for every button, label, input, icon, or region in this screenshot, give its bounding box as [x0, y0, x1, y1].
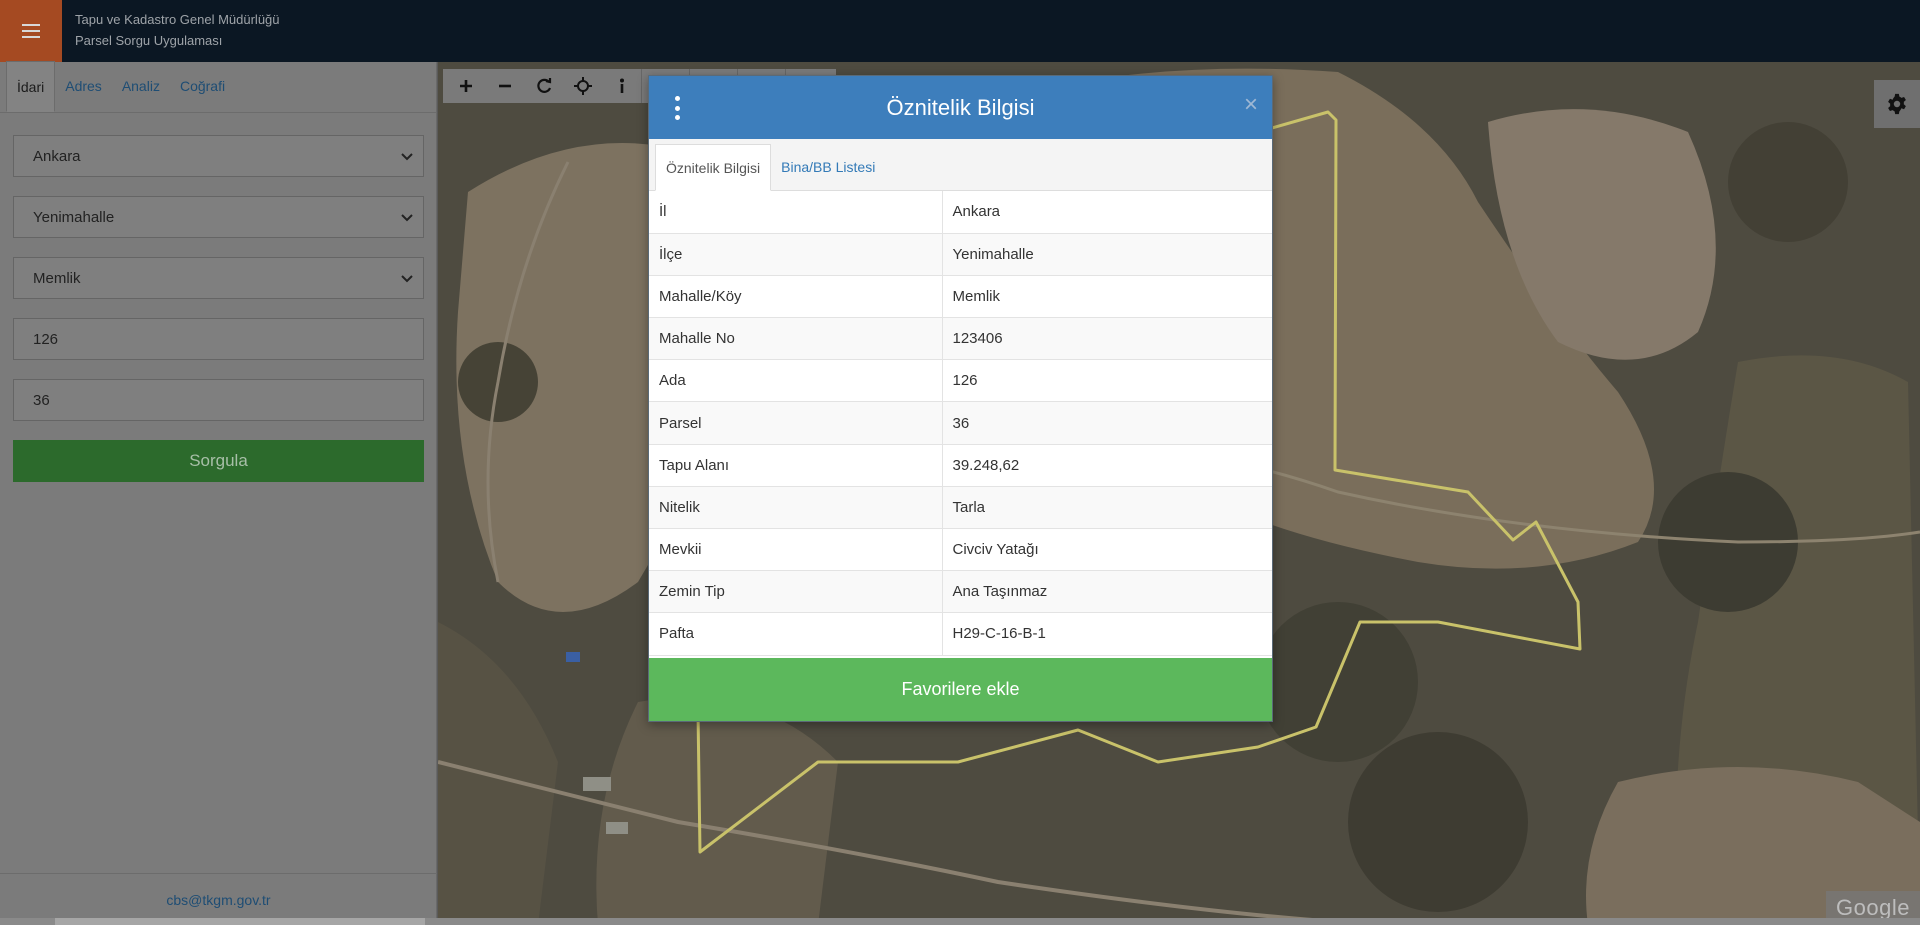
district-select[interactable]: Yenimahalle	[13, 196, 424, 238]
attribute-value: Yenimahalle	[942, 233, 1272, 276]
chevron-down-icon	[401, 214, 413, 222]
tab-idari[interactable]: İdari	[6, 61, 56, 112]
close-icon[interactable]: ×	[1244, 90, 1258, 120]
dialog-tabs: Öznitelik Bilgisi Bina/BB Listesi	[649, 139, 1272, 191]
settings-button[interactable]	[1874, 80, 1920, 128]
attribute-key: İl	[649, 191, 943, 234]
hamburger-menu-button[interactable]	[0, 0, 62, 62]
attribute-key: Mahalle/Köy	[649, 275, 943, 319]
attribute-value: 36	[942, 401, 1272, 445]
table-row: İlçe Yenimahalle	[649, 233, 1272, 276]
attribute-key: Mevkii	[649, 528, 943, 572]
attribute-info-dialog: Öznitelik Bilgisi × Öznitelik Bilgisi Bi…	[648, 75, 1273, 722]
neighborhood-select[interactable]: Memlik	[13, 257, 424, 299]
attribute-key: Zemin Tip	[649, 570, 943, 614]
info-icon	[619, 78, 624, 93]
kebab-menu-icon[interactable]	[675, 96, 681, 120]
attribute-key: Ada	[649, 359, 943, 403]
table-row: Tapu Alanı 39.248,62	[649, 444, 1272, 487]
tab-cografi[interactable]: Coğrafi	[170, 61, 235, 112]
attribute-key: Parsel	[649, 401, 943, 445]
query-form: Ankara Yenimahalle Memlik 126 36 Sorgula	[0, 113, 436, 482]
tab-adres[interactable]: Adres	[55, 61, 112, 112]
block-input-value: 126	[33, 330, 59, 348]
bottom-scrollbar[interactable]	[0, 918, 1920, 925]
table-row: Mahalle No 123406	[649, 317, 1272, 361]
query-button[interactable]: Sorgula	[13, 440, 424, 482]
table-row: Pafta H29-C-16-B-1	[649, 612, 1272, 656]
attribute-value: Ana Taşınmaz	[942, 570, 1272, 614]
attribute-key: Tapu Alanı	[649, 444, 943, 487]
attribute-value: Ankara	[942, 191, 1272, 234]
crosshair-icon	[573, 77, 592, 95]
gear-icon	[1888, 93, 1906, 115]
neighborhood-select-value: Memlik	[33, 269, 81, 287]
table-row: Ada 126	[649, 359, 1272, 403]
attribute-value: Civciv Yatağı	[942, 528, 1272, 572]
table-row: İl Ankara	[649, 191, 1272, 234]
app-title-line2: Parsel Sorgu Uygulaması	[75, 33, 223, 48]
tab-building-list[interactable]: Bina/BB Listesi	[771, 144, 885, 190]
attribute-value: Tarla	[942, 486, 1272, 530]
parcel-input-value: 36	[33, 391, 50, 409]
attribute-key: Nitelik	[649, 486, 943, 530]
attribute-value: 126	[942, 359, 1272, 403]
refresh-icon	[536, 78, 551, 93]
locate-button[interactable]	[563, 69, 602, 103]
hamburger-icon	[22, 24, 40, 38]
tab-analiz[interactable]: Analiz	[112, 61, 170, 112]
attribute-key: Mahalle No	[649, 317, 943, 361]
add-to-favorites-button[interactable]: Favorilere ekle	[649, 658, 1272, 721]
refresh-button[interactable]	[524, 69, 563, 103]
attribute-value: 123406	[942, 317, 1272, 361]
top-bar: Tapu ve Kadastro Genel Müdürlüğü Parsel …	[0, 0, 1920, 62]
attribute-value: Memlik	[942, 275, 1272, 319]
scrollbar-thumb[interactable]	[55, 918, 425, 925]
sidebar-tabs: İdari Adres Analiz Coğrafi	[0, 61, 436, 113]
table-row: Parsel 36	[649, 401, 1272, 445]
tab-attribute-info[interactable]: Öznitelik Bilgisi	[655, 144, 772, 191]
info-button[interactable]	[602, 69, 641, 103]
dialog-title: Öznitelik Bilgisi	[886, 94, 1035, 120]
table-row: Mahalle/Köy Memlik	[649, 275, 1272, 319]
parcel-input[interactable]: 36	[13, 379, 424, 421]
attribute-key: Pafta	[649, 612, 943, 656]
table-row: Mevkii Civciv Yatağı	[649, 528, 1272, 572]
zoom-out-button[interactable]	[485, 69, 524, 103]
chevron-down-icon	[401, 153, 413, 161]
table-row: Nitelik Tarla	[649, 486, 1272, 530]
attribute-value: H29-C-16-B-1	[942, 612, 1272, 656]
district-select-value: Yenimahalle	[33, 208, 115, 226]
app-title: Tapu ve Kadastro Genel Müdürlüğü Parsel …	[75, 9, 280, 51]
app-title-line1: Tapu ve Kadastro Genel Müdürlüğü	[75, 12, 280, 27]
block-input[interactable]: 126	[13, 318, 424, 360]
chevron-down-icon	[401, 275, 413, 283]
table-row: Zemin Tip Ana Taşınmaz	[649, 570, 1272, 614]
zoom-out-icon	[498, 84, 511, 88]
province-select[interactable]: Ankara	[13, 135, 424, 177]
attribute-key: İlçe	[649, 233, 943, 276]
dialog-header: Öznitelik Bilgisi ×	[649, 76, 1272, 139]
zoom-in-button[interactable]	[446, 69, 485, 103]
sidebar: İdari Adres Analiz Coğrafi Ankara Yenima…	[0, 61, 437, 925]
province-select-value: Ankara	[33, 147, 81, 165]
attribute-value: 39.248,62	[942, 444, 1272, 487]
zoom-in-icon	[459, 80, 472, 92]
attribute-table: İl Ankara İlçe Yenimahalle Mahalle/Köy Memlik…	[649, 191, 1272, 656]
